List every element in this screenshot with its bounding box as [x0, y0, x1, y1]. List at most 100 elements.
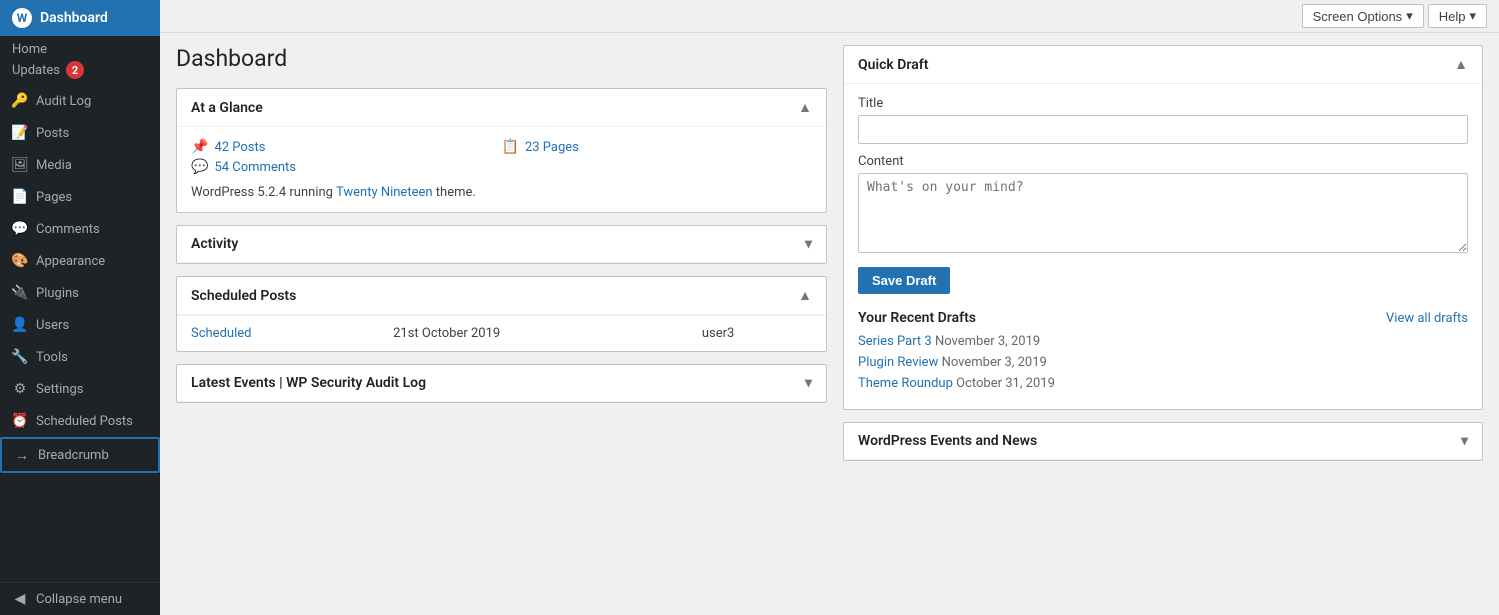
- plugins-icon: 🔌: [12, 285, 28, 301]
- sidebar-bottom: ◀ Collapse menu: [0, 582, 160, 615]
- draft-title-link-2[interactable]: Plugin Review: [858, 355, 938, 370]
- sidebar-item-media[interactable]: 🖼 Media: [0, 149, 160, 181]
- screen-options-button[interactable]: Screen Options ▾: [1302, 4, 1424, 28]
- theme-link[interactable]: Twenty Nineteen: [336, 185, 433, 200]
- sidebar-item-label: Scheduled Posts: [36, 414, 133, 429]
- updates-badge: 2: [66, 61, 84, 79]
- sidebar-item-label: Comments: [36, 222, 100, 237]
- draft-item-3: Theme Roundup October 31, 2019: [858, 376, 1468, 391]
- at-a-glance-toggle-icon[interactable]: ▲: [798, 99, 812, 116]
- media-icon: 🖼: [12, 157, 28, 173]
- table-row: Scheduled 21st October 2019 user3: [177, 316, 826, 352]
- sidebar-item-audit-log[interactable]: 🔑 Audit Log: [0, 85, 160, 117]
- draft-title-link-1[interactable]: Series Part 3: [858, 334, 932, 349]
- key-icon: 🔑: [12, 93, 28, 109]
- at-a-glance-body: 📌 42 Posts 📋 23 Pages 💬 54 Comments: [177, 127, 826, 212]
- sidebar-item-label: Plugins: [36, 286, 79, 301]
- scheduled-post-title-link[interactable]: Scheduled: [191, 326, 251, 341]
- draft-title-link-3[interactable]: Theme Roundup: [858, 376, 953, 391]
- content-textarea[interactable]: [858, 173, 1468, 253]
- title-input[interactable]: [858, 115, 1468, 144]
- sidebar-item-users[interactable]: 👤 Users: [0, 309, 160, 341]
- draft-date-text-2: November 3, 2019: [942, 355, 1047, 370]
- sidebar-item-posts[interactable]: 📝 Posts: [0, 117, 160, 149]
- quick-draft-toggle-icon[interactable]: ▲: [1454, 56, 1468, 73]
- sidebar-item-label: Users: [36, 318, 69, 333]
- sidebar-item-breadcrumb[interactable]: → Breadcrumb: [0, 437, 160, 473]
- latest-events-title: Latest Events | WP Security Audit Log: [191, 375, 426, 391]
- draft-date-text-3: October 31, 2019: [956, 376, 1055, 391]
- sidebar-updates-label: Updates: [12, 63, 60, 78]
- comments-link[interactable]: 54 Comments: [214, 160, 296, 175]
- at-a-glance-panel: At a Glance ▲ 📌 42 Posts 📋 23 Pages: [176, 88, 827, 213]
- sidebar-item-appearance[interactable]: 🎨 Appearance: [0, 245, 160, 277]
- posts-link[interactable]: 42 Posts: [214, 140, 265, 155]
- sidebar-item-label: Settings: [36, 382, 83, 397]
- sidebar-item-updates[interactable]: Updates 2: [0, 59, 160, 85]
- draft-date-text-1: November 3, 2019: [935, 334, 1040, 349]
- posts-icon: 📝: [12, 125, 28, 141]
- sidebar-item-plugins[interactable]: 🔌 Plugins: [0, 277, 160, 309]
- sidebar-item-scheduled-posts[interactable]: ⏰ Scheduled Posts: [0, 405, 160, 437]
- pin-icon: 📌: [191, 139, 208, 155]
- screen-options-label: Screen Options: [1313, 9, 1403, 24]
- quick-draft-body: Title Content Save Draft Your Recent Dra…: [844, 84, 1482, 409]
- wp-events-news-title: WordPress Events and News: [858, 433, 1037, 449]
- wp-events-news-toggle-icon[interactable]: ▾: [1461, 433, 1468, 449]
- activity-panel: Activity ▾: [176, 225, 827, 264]
- scheduled-posts-title: Scheduled Posts: [191, 288, 296, 304]
- collapse-icon: ◀: [12, 591, 28, 607]
- latest-events-toggle-icon[interactable]: ▾: [805, 375, 812, 391]
- scheduled-post-date: 21st October 2019: [379, 316, 688, 352]
- sidebar-item-tools[interactable]: 🔧 Tools: [0, 341, 160, 373]
- activity-toggle-icon[interactable]: ▾: [805, 236, 812, 252]
- users-icon: 👤: [12, 317, 28, 333]
- appearance-icon: 🎨: [12, 253, 28, 269]
- wp-events-news-panel: WordPress Events and News ▾: [843, 422, 1483, 461]
- sidebar-home-label: Home: [0, 36, 160, 59]
- comments-icon: 💬: [12, 221, 28, 237]
- quick-draft-title: Quick Draft: [858, 57, 928, 73]
- theme-suffix: theme.: [436, 185, 476, 200]
- scheduled-posts-panel: Scheduled Posts ▲ Scheduled 21st October…: [176, 276, 827, 352]
- sidebar-header[interactable]: W Dashboard: [0, 0, 160, 36]
- latest-events-header: Latest Events | WP Security Audit Log ▾: [177, 365, 826, 402]
- settings-icon: ⚙: [12, 381, 28, 397]
- scheduled-posts-header: Scheduled Posts ▲: [177, 277, 826, 315]
- topbar: Screen Options ▾ Help ▾: [160, 0, 1499, 33]
- sidebar-item-pages[interactable]: 📄 Pages: [0, 181, 160, 213]
- sidebar-item-comments[interactable]: 💬 Comments: [0, 213, 160, 245]
- help-label: Help: [1439, 9, 1466, 24]
- pages-link[interactable]: 23 Pages: [525, 140, 579, 155]
- view-all-drafts-link[interactable]: View all drafts: [1386, 311, 1468, 326]
- scheduled-posts-table: Scheduled 21st October 2019 user3: [177, 315, 826, 351]
- page-title: Dashboard: [176, 45, 827, 72]
- scheduled-posts-toggle-icon[interactable]: ▲: [798, 287, 812, 304]
- at-a-glance-header: At a Glance ▲: [177, 89, 826, 127]
- screen-options-chevron-icon: ▾: [1406, 8, 1413, 24]
- scheduled-posts-icon: ⏰: [12, 413, 28, 429]
- at-a-glance-title: At a Glance: [191, 100, 263, 116]
- collapse-menu-button[interactable]: ◀ Collapse menu: [0, 583, 160, 615]
- comment-icon: 💬: [191, 159, 208, 175]
- sidebar: W Dashboard Home Updates 2 🔑 Audit Log 📝…: [0, 0, 160, 615]
- sidebar-item-label: Breadcrumb: [38, 448, 109, 463]
- glance-grid: 📌 42 Posts 📋 23 Pages 💬 54 Comments: [191, 139, 812, 175]
- sidebar-item-settings[interactable]: ⚙ Settings: [0, 373, 160, 405]
- title-field: Title: [858, 96, 1468, 144]
- draft-item-2: Plugin Review November 3, 2019: [858, 355, 1468, 370]
- sidebar-item-label: Audit Log: [36, 94, 91, 109]
- save-draft-button[interactable]: Save Draft: [858, 267, 950, 294]
- scheduled-posts-body: Scheduled 21st October 2019 user3: [177, 315, 826, 351]
- recent-drafts-header: Your Recent Drafts View all drafts: [858, 310, 1468, 326]
- breadcrumb-icon: →: [14, 447, 30, 463]
- glance-posts: 📌 42 Posts: [191, 139, 502, 155]
- recent-drafts-title: Your Recent Drafts: [858, 310, 976, 326]
- sidebar-item-label: Media: [36, 158, 72, 173]
- quick-draft-panel: Quick Draft ▲ Title Content Save Draft: [843, 45, 1483, 410]
- help-button[interactable]: Help ▾: [1428, 4, 1487, 28]
- tools-icon: 🔧: [12, 349, 28, 365]
- sidebar-item-label: Pages: [36, 190, 72, 205]
- pages-icon: 📄: [12, 189, 28, 205]
- activity-title: Activity: [191, 236, 238, 252]
